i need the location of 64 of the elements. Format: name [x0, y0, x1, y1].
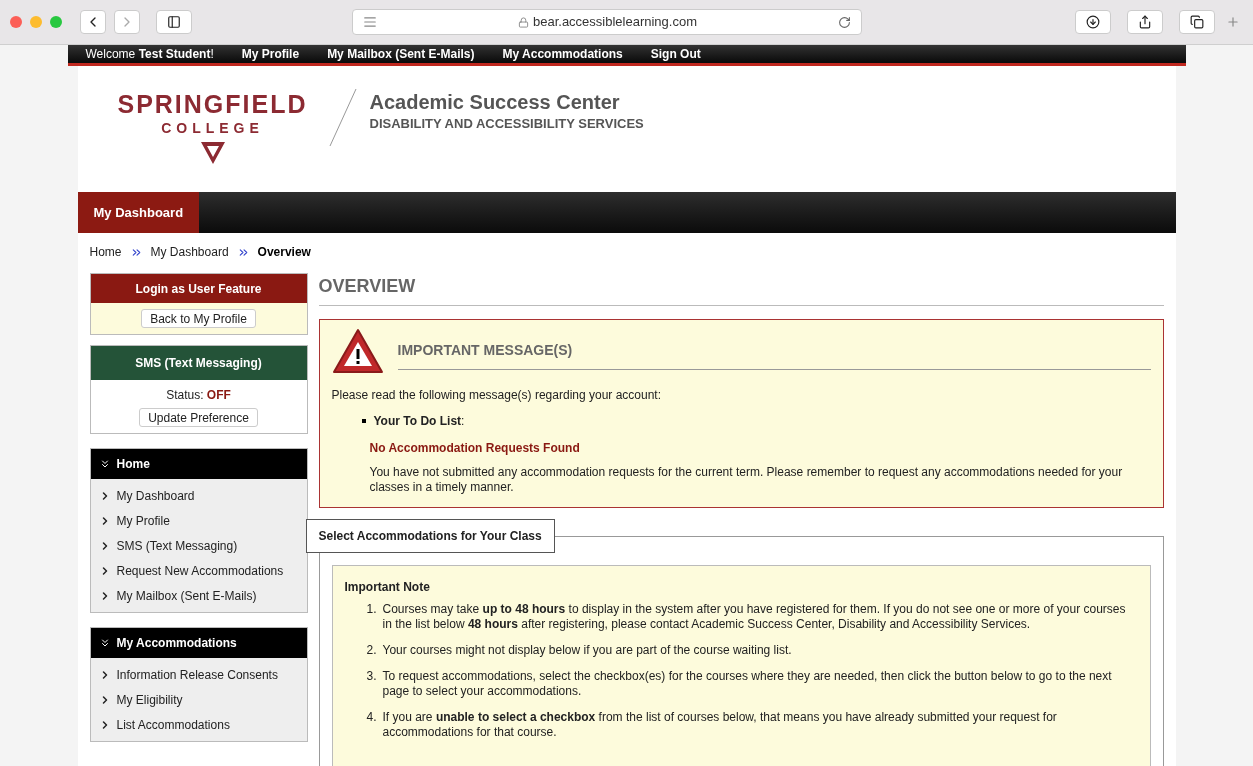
download-icon	[1086, 15, 1100, 29]
note-number: 4.	[365, 710, 377, 726]
bullet-icon	[361, 419, 366, 423]
tabs-icon	[1190, 15, 1204, 29]
sidebar-button[interactable]	[156, 10, 192, 34]
reload-icon[interactable]	[838, 15, 851, 29]
sms-status: Status: OFF	[166, 387, 231, 404]
sidebar-link[interactable]: Request New Accommodations	[90, 558, 307, 583]
back-to-profile-button[interactable]: Back to My Profile	[141, 309, 256, 328]
sidebar-link[interactable]: My Profile	[90, 508, 307, 533]
note-text: Courses may take up to 48 hours to display in the system after you have registered for them. If you do not see one or more of your courses in the list below 48 hours after registering, please contact Academic Success Center, Disability and Accessibility Services.	[382, 602, 1127, 632]
tabs-button[interactable]	[1179, 10, 1215, 34]
warning-icon	[331, 328, 384, 374]
lock-icon	[517, 16, 529, 28]
breadcrumb-link[interactable]: Home	[89, 243, 122, 261]
note-text: To request accommodations, select the checkbox(es) for the courses where they are needed, then click the button below to go to the next page to select your accommodations.	[382, 669, 1113, 699]
reader-icon[interactable]	[363, 15, 377, 29]
sidebar-link[interactable]: My Mailbox (Sent E-Mails)	[90, 583, 307, 608]
sidebar-link[interactable]: SMS (Text Messaging)	[90, 533, 307, 558]
logo-wordmark: SPRINGFIELD	[117, 90, 308, 118]
alert-text: You have not submitted any accommodation requests for the current term. Please remember to request any accommodations needed for your classes in a timely manner.	[369, 465, 1124, 495]
center-title: Academic Success Center	[369, 90, 621, 114]
sidebar-link[interactable]: My Dashboard	[90, 483, 307, 508]
downloads-button[interactable]	[1075, 10, 1111, 34]
top-link[interactable]: My Accommodations	[502, 45, 623, 63]
top-link[interactable]: My Profile	[241, 45, 300, 63]
breadcrumb-link[interactable]: My Dashboard	[150, 243, 229, 261]
note-number: 1.	[365, 602, 377, 618]
note-number: 3.	[365, 669, 377, 685]
page-title: OVERVIEW	[318, 273, 1164, 306]
share-button[interactable]	[1127, 10, 1163, 34]
sms-panel-title: SMS (Text Messaging)	[90, 346, 307, 380]
sidebar-icon	[167, 15, 181, 29]
welcome-text: Welcome Test Student!	[85, 46, 214, 63]
section-legend: Select Accommodations for Your Class	[305, 519, 555, 553]
note-title: Important Note	[344, 579, 431, 596]
center-subtitle: DISABILITY AND ACCESSIBILITY SERVICES	[369, 115, 644, 133]
top-link[interactable]: My Mailbox (Sent E-Mails)	[327, 45, 475, 63]
note-text: Your courses might not display below if you are part of the course waiting list.	[382, 643, 792, 658]
sidebar-menu-title[interactable]: My Accommodations	[90, 628, 307, 658]
sidebar-link[interactable]: List Accommodations	[90, 712, 307, 737]
note-text: If you are unable to select a checkbox from the list of courses below, that means you have already submitted your request for accommodations for that course.	[382, 710, 1058, 740]
back-button[interactable]	[80, 10, 106, 34]
plus-icon	[1226, 15, 1240, 29]
sidebar-link[interactable]: Information Release Consents	[90, 662, 307, 687]
message-intro: Please read the following message(s) regarding your account:	[331, 387, 662, 404]
update-preference-button[interactable]: Update Preference	[139, 408, 258, 427]
alert-heading: No Accommodation Requests Found	[369, 440, 581, 457]
todo-label: Your To Do List:	[373, 413, 465, 430]
url-text: bear.accessiblelearning.com	[532, 13, 697, 32]
address-bar[interactable]: bear.accessiblelearning.com	[352, 9, 862, 35]
top-link[interactable]: Sign Out	[650, 45, 701, 63]
login-panel-title: Login as User Feature	[90, 274, 307, 303]
divider-slash	[327, 88, 358, 148]
logo-subword: COLLEGE	[161, 119, 264, 138]
nav-tab[interactable]: My Dashboard	[77, 192, 200, 233]
sidebar-link[interactable]: My Eligibility	[90, 687, 307, 712]
message-title: IMPORTANT MESSAGE(S)	[397, 342, 573, 358]
triangle-icon	[199, 141, 226, 165]
note-number: 2.	[365, 643, 377, 658]
share-icon	[1138, 15, 1152, 29]
forward-button[interactable]	[114, 10, 140, 34]
sidebar-menu-title[interactable]: Home	[90, 449, 307, 479]
breadcrumb-link[interactable]: Overview	[257, 243, 311, 261]
